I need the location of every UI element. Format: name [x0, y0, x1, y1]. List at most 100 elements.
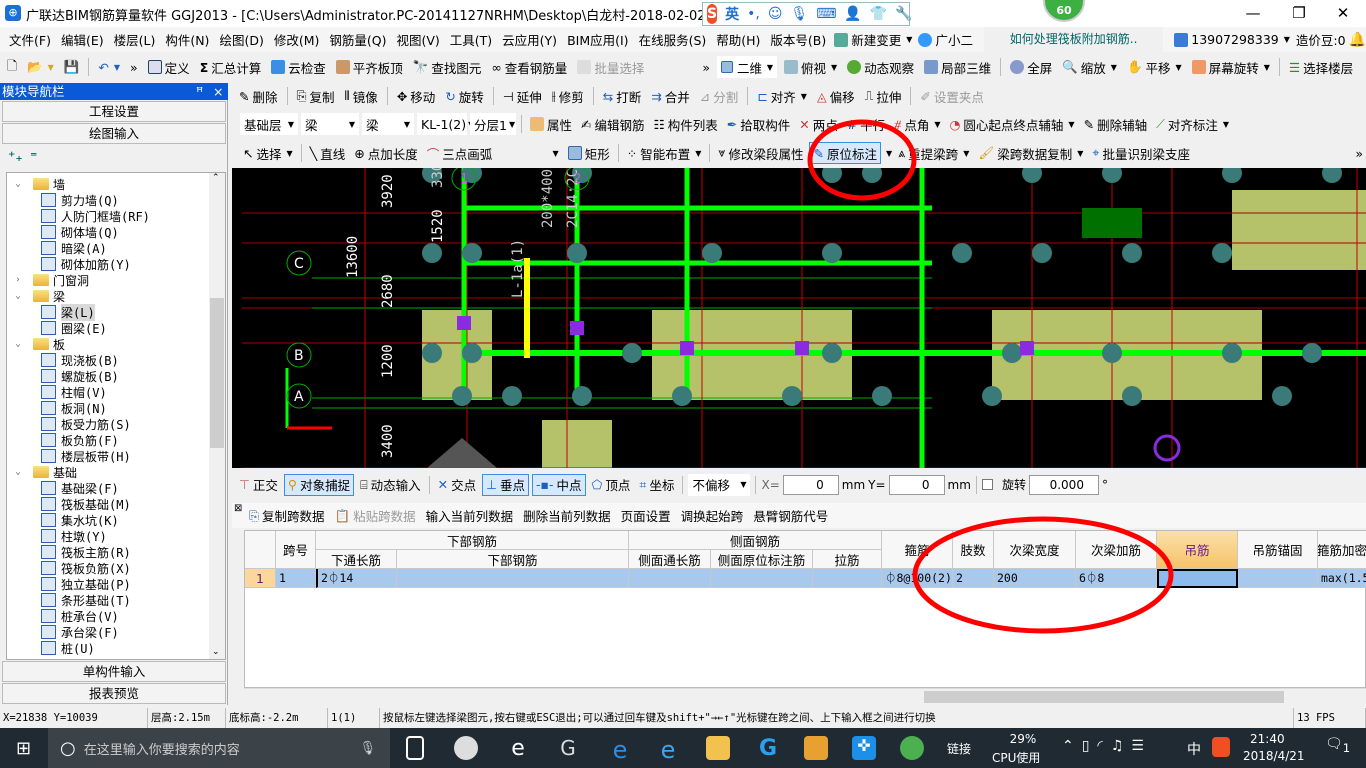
menu-file[interactable]: 文件(F) — [4, 30, 56, 49]
tree-item[interactable]: 砌体墙(Q) — [7, 224, 225, 240]
break-button[interactable]: ⇆ 打断 — [600, 85, 645, 107]
rotate-checkbox[interactable] — [981, 479, 993, 490]
batch-identify-support-button[interactable]: ⌖ 批量识别梁支座 — [1089, 142, 1193, 164]
project-settings-button[interactable]: 工程设置 — [2, 101, 226, 122]
tree-item[interactable]: 砌体加筋(Y) — [7, 256, 225, 272]
close-panel-icon[interactable]: ⊠ — [234, 503, 242, 514]
table-cell[interactable]: 2⏀14 — [316, 569, 397, 588]
layer-select[interactable]: 分层1 ▼ — [470, 113, 516, 135]
overflow-icon[interactable]: » — [127, 56, 141, 78]
screen-rotate-button[interactable]: 屏幕旋转 ▼ — [1189, 56, 1273, 78]
two-point-button[interactable]: ✕ 两点 — [796, 113, 841, 135]
glodon-app-icon[interactable]: G — [756, 736, 780, 761]
menu-floor[interactable]: 楼层(L) — [109, 30, 161, 49]
tree-folder[interactable]: ⌄ 梁 — [7, 288, 225, 304]
close-button[interactable]: ✕ — [1320, 0, 1366, 27]
menu-online[interactable]: 在线服务(S) — [634, 30, 712, 49]
notes-app-icon[interactable] — [804, 736, 828, 760]
column-header[interactable]: 箍筋加密 — [1318, 531, 1366, 569]
y-input[interactable]: 0 — [888, 474, 945, 495]
cad-drawing[interactable]: 39201520136002680120034003300 200*400 2C14… — [232, 168, 1366, 468]
tree-item[interactable]: 楼层板带(H) — [7, 448, 225, 464]
open-file-icon[interactable]: 📂 ▼ — [24, 56, 57, 78]
x-input[interactable]: 0 — [782, 474, 839, 495]
user-icon[interactable]: 👤 — [844, 6, 861, 22]
expand-all-icon[interactable]: ⁺₊ — [8, 149, 23, 165]
tree-item[interactable]: 剪力墙(Q) — [7, 192, 225, 208]
delete-axis-button[interactable]: ✎ 删除辅轴 — [1081, 113, 1151, 135]
table-cell[interactable]: max(1.5 — [1318, 569, 1366, 588]
view-rebar-button[interactable]: ∞ 查看钢筋量 — [488, 56, 570, 78]
tree-item[interactable]: 筏板主筋(R) — [7, 544, 225, 560]
point-length-button[interactable]: ⊕ 点加长度 — [351, 142, 421, 164]
tree-item[interactable]: 暗梁(A) — [7, 240, 225, 256]
intersection-button[interactable]: ✕ 交点 — [435, 474, 480, 496]
overflow-icon[interactable]: » — [1352, 142, 1366, 164]
tree-item[interactable]: 承台梁(F) — [7, 624, 225, 640]
copy-button[interactable]: ⎘ 复制 — [294, 85, 338, 107]
table-cell[interactable] — [711, 569, 813, 588]
tree-item[interactable]: 桩(U) — [7, 640, 225, 656]
set-grip-button[interactable]: ✐ 设置夹点 — [917, 85, 987, 107]
extend-button[interactable]: ⊣ 延伸 — [500, 85, 545, 107]
single-component-input-button[interactable]: 单构件输入 — [2, 661, 226, 682]
column-header[interactable]: 吊筋锚固 — [1238, 531, 1318, 569]
arc-axis-button[interactable]: ◔ 圆心起点终点辅轴 ▼ — [946, 113, 1077, 135]
column-header[interactable]: 下通长筋 — [316, 550, 397, 569]
component-list-button[interactable]: ☷ 构件列表 — [651, 113, 721, 135]
chevron-down-icon[interactable]: ⌄ — [11, 467, 25, 477]
drawing-input-button[interactable]: 绘图输入 — [2, 123, 226, 144]
floor-select[interactable]: 基础层 ▼ — [240, 113, 298, 135]
overflow-icon[interactable]: » — [699, 56, 713, 78]
edit-rebar-button[interactable]: ✍ 编辑钢筋 — [578, 113, 648, 135]
menu-cloud[interactable]: 云应用(Y) — [497, 30, 562, 49]
emoji-icon[interactable]: ☺ — [768, 6, 783, 22]
scroll-thumb[interactable] — [210, 298, 224, 448]
top-view-button[interactable]: 俯视 ▼ — [781, 56, 840, 78]
modify-beam-segment-button[interactable]: ⩔ 修改梁段属性 — [715, 142, 806, 164]
mic-icon[interactable]: 🎙 — [359, 741, 376, 756]
tree-item[interactable]: 桩承台(V) — [7, 608, 225, 624]
menu-tools[interactable]: 工具(T) — [445, 30, 497, 49]
menu-draw[interactable]: 绘图(D) — [214, 30, 268, 49]
column-header[interactable]: 吊筋 — [1157, 531, 1238, 569]
pan-button[interactable]: ✋ 平移 ▼ — [1124, 56, 1185, 78]
column-header[interactable]: 肢数 — [953, 531, 994, 569]
chevron-down-icon[interactable]: ⌄ — [11, 339, 25, 349]
point-angle-button[interactable]: ⧣ 点角 ▼ — [891, 113, 943, 135]
punct-icon[interactable]: •, — [747, 6, 760, 22]
table-cell[interactable]: 6⏀8 — [1076, 569, 1157, 588]
spiral-app-icon[interactable]: G — [556, 736, 580, 760]
table-cell[interactable]: 2 — [953, 569, 994, 588]
assistant-button[interactable]: 广小二 — [915, 29, 976, 51]
input-lang[interactable]: 中 — [1187, 739, 1201, 759]
scroll-up-icon[interactable]: ⌃ — [212, 173, 220, 183]
question-link[interactable]: 如何处理筏板附加钢筋.. — [983, 27, 1164, 52]
keyboard-icon[interactable]: ⌨ — [816, 6, 836, 22]
menu-modify[interactable]: 修改(M) — [269, 30, 325, 49]
cloud-check-button[interactable]: 云检查 — [268, 56, 329, 78]
tree-folder[interactable]: ⌄ 基础 — [7, 464, 225, 480]
copy-span-data-button[interactable]: 🖌 梁跨数据复制 ▼ — [975, 142, 1086, 164]
smart-layout-button[interactable]: ⁘ 智能布置 ▼ — [624, 142, 705, 164]
mirror-button[interactable]: ⫴ 镜像 — [342, 85, 381, 107]
swap-start-span-button[interactable]: 调换起始跨 — [678, 505, 747, 527]
ortho-button[interactable]: ⊤ 正交 — [236, 474, 281, 496]
file-explorer-icon[interactable] — [706, 736, 730, 760]
column-header[interactable]: 拉筋 — [813, 550, 882, 569]
taskbar-search[interactable]: ○ 在这里输入你要搜索的内容 🎙 — [48, 728, 390, 768]
tree-item[interactable]: 集水坑(K) — [7, 512, 225, 528]
menu-help[interactable]: 帮助(H) — [711, 30, 765, 49]
link-label[interactable]: 链接 — [947, 740, 971, 757]
column-header[interactable]: 侧面通长筋 — [629, 550, 711, 569]
orbit-button[interactable]: 动态观察 — [844, 56, 917, 78]
page-setup-button[interactable]: 页面设置 — [618, 505, 674, 527]
column-header[interactable]: 次梁宽度 — [994, 531, 1076, 569]
tree-item[interactable]: 板受力筋(S) — [7, 416, 225, 432]
green-app-icon[interactable] — [900, 736, 924, 760]
local-3d-button[interactable]: 局部三维 — [921, 56, 994, 78]
tray-icons[interactable]: ⌃▯◜♫☰ — [1062, 738, 1152, 754]
maximize-button[interactable]: ❐ — [1276, 0, 1322, 27]
copy-span-data-button[interactable]: ⎘ 复制跨数据 — [246, 505, 328, 527]
flush-slab-button[interactable]: 平齐板顶 — [333, 56, 406, 78]
